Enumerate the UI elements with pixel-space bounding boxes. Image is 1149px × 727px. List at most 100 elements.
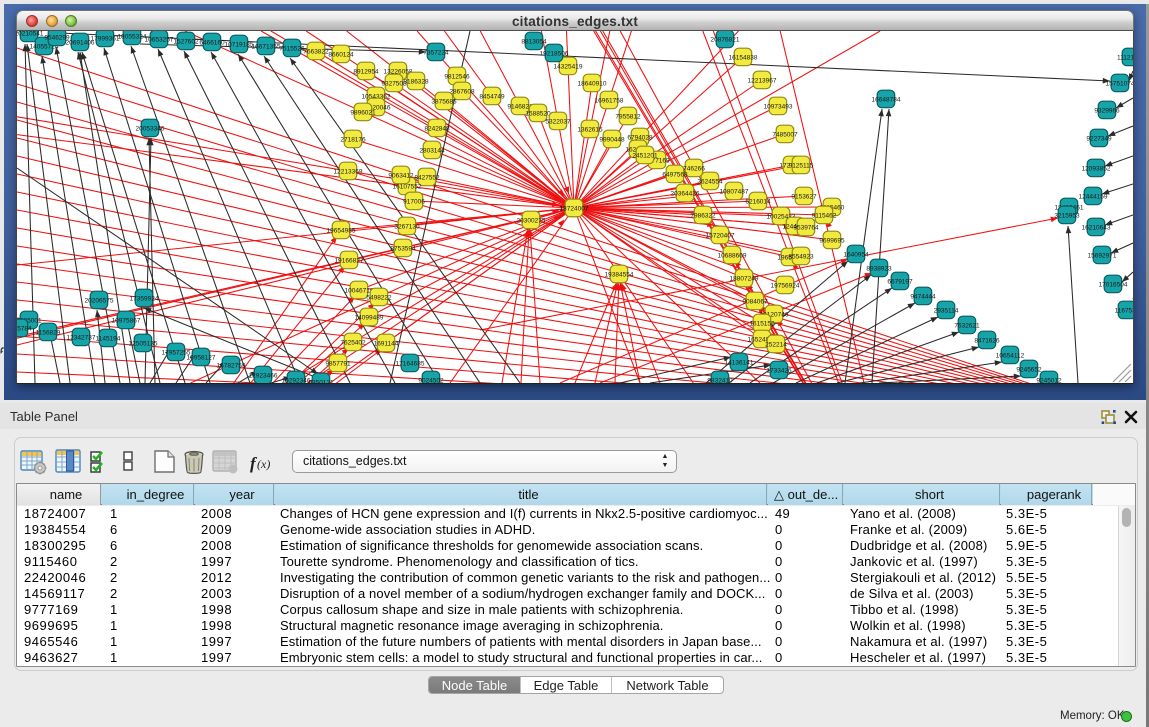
svg-text:252214: 252214 [765, 341, 787, 348]
svg-text:10975867: 10975867 [112, 317, 141, 324]
svg-text:12444159: 12444159 [1079, 193, 1108, 200]
svg-text:3267130: 3267130 [394, 223, 420, 230]
svg-text:8753594: 8753594 [390, 245, 416, 252]
svg-text:7357224: 7357224 [423, 49, 449, 56]
svg-text:8427552: 8427552 [414, 174, 440, 181]
svg-text:20206575: 20206575 [85, 297, 114, 304]
svg-text:15692971: 15692971 [1088, 252, 1117, 259]
svg-text:9350121: 9350121 [308, 379, 334, 383]
svg-text:20210541: 20210541 [17, 31, 44, 37]
svg-text:7955812: 7955812 [615, 113, 641, 120]
svg-text:10292346: 10292346 [282, 377, 311, 383]
svg-text:7986322: 7986322 [690, 212, 716, 219]
svg-text:9084067: 9084067 [742, 298, 768, 305]
svg-text:15720407: 15720407 [706, 232, 735, 239]
svg-text:20053346: 20053346 [136, 125, 165, 132]
svg-text:10046718: 10046718 [345, 287, 374, 294]
svg-text:1691144: 1691144 [374, 340, 399, 347]
svg-text:(x): (x) [257, 457, 270, 471]
svg-text:10973493: 10973493 [764, 103, 793, 110]
svg-text:1167533: 1167533 [1115, 307, 1133, 314]
svg-text:16210643: 16210643 [1082, 224, 1111, 231]
svg-text:9699695: 9699695 [819, 237, 845, 244]
svg-text:12342737: 12342737 [67, 334, 96, 341]
svg-text:18055324: 18055324 [118, 33, 147, 40]
svg-text:6466160: 6466160 [199, 39, 225, 46]
svg-text:6216014: 6216014 [745, 198, 771, 205]
svg-text:8186328: 8186328 [403, 78, 429, 85]
svg-text:3875685: 3875685 [431, 98, 457, 105]
svg-text:8454749: 8454749 [479, 93, 505, 100]
svg-text:9115462: 9115462 [812, 212, 837, 219]
svg-text:19654985: 19654985 [327, 227, 356, 234]
svg-text:16154838: 16154838 [729, 54, 758, 61]
svg-text:12213369: 12213369 [334, 168, 363, 175]
svg-text:12505135: 12505135 [129, 340, 158, 347]
svg-text:17016504: 17016504 [1099, 281, 1128, 288]
svg-text:9896021: 9896021 [350, 109, 376, 116]
svg-text:9832410: 9832410 [707, 377, 733, 383]
svg-text:7632621: 7632621 [954, 322, 980, 329]
svg-text:17164685: 17164685 [396, 360, 425, 367]
svg-text:12923466: 12923466 [249, 372, 278, 379]
svg-text:2803144: 2803144 [419, 147, 445, 154]
svg-text:1362615: 1362615 [577, 126, 603, 133]
svg-text:9245012: 9245012 [1036, 377, 1062, 383]
svg-text:10653257: 10653257 [145, 36, 174, 43]
svg-text:8554923: 8554923 [788, 253, 814, 260]
svg-text:7625402: 7625402 [340, 339, 366, 346]
svg-text:1615152: 1615152 [749, 320, 775, 327]
svg-text:18724007: 18724007 [560, 205, 589, 212]
svg-text:9125115: 9125115 [789, 162, 814, 169]
svg-text:10807487: 10807487 [720, 188, 749, 195]
svg-text:20876821: 20876821 [711, 36, 740, 43]
svg-text:1733426: 1733426 [766, 367, 792, 374]
svg-text:8242848: 8242848 [424, 125, 450, 132]
svg-text:16107552: 16107552 [393, 183, 422, 190]
svg-text:8660124: 8660124 [328, 51, 354, 58]
svg-text:9327508: 9327508 [381, 80, 407, 87]
svg-text:7515526: 7515526 [279, 45, 305, 52]
svg-text:19218506: 19218506 [540, 50, 569, 57]
svg-text:9329966: 9329966 [1094, 107, 1120, 114]
svg-text:8471626: 8471626 [974, 337, 1000, 344]
svg-text:1145194: 1145194 [96, 335, 121, 342]
svg-text:14325419: 14325419 [554, 63, 583, 70]
svg-text:1156829: 1156829 [36, 329, 61, 336]
svg-text:8912954: 8912954 [353, 68, 379, 75]
svg-text:7663822: 7663822 [303, 48, 329, 55]
svg-text:9990448: 9990448 [599, 136, 625, 143]
svg-text:5322037: 5322037 [545, 118, 571, 125]
svg-text:9474444: 9474444 [910, 293, 936, 300]
svg-text:10719185: 10719185 [225, 41, 254, 48]
svg-text:18640910: 18640910 [578, 80, 607, 87]
svg-text:3915784: 3915784 [17, 325, 32, 332]
svg-text:17359924: 17359924 [130, 295, 159, 302]
svg-text:10688609: 10688609 [718, 252, 747, 259]
svg-text:9245652: 9245652 [1016, 366, 1042, 373]
svg-text:3624554: 3624554 [697, 178, 723, 185]
svg-text:15751074: 15751074 [1106, 80, 1133, 87]
svg-text:9227349: 9227349 [1086, 135, 1112, 142]
svg-text:9063412: 9063412 [388, 172, 414, 179]
svg-text:10958127: 10958127 [187, 354, 216, 361]
svg-text:16648784: 16648784 [872, 96, 901, 103]
svg-text:1588520: 1588520 [525, 110, 551, 117]
svg-text:8938923: 8938923 [866, 265, 892, 272]
svg-text:9857791: 9857791 [325, 360, 351, 367]
svg-text:16961758: 16961758 [595, 97, 624, 104]
svg-text:7485007: 7485007 [772, 131, 798, 138]
svg-text:19384554: 19384554 [605, 271, 634, 278]
svg-text:12213967: 12213967 [748, 77, 777, 84]
svg-text:2867608: 2867608 [449, 88, 475, 95]
svg-text:6497568: 6497568 [662, 171, 688, 178]
svg-text:1527602: 1527602 [173, 38, 199, 45]
svg-text:9153627: 9153627 [791, 193, 817, 200]
svg-text:12093852: 12093852 [1082, 165, 1111, 172]
svg-text:1640954: 1640954 [843, 251, 869, 258]
svg-text:14099489: 14099489 [355, 314, 384, 321]
svg-text:20300275: 20300275 [517, 217, 546, 224]
svg-text:16671355: 16671355 [252, 43, 281, 50]
svg-text:8813054: 8813054 [521, 38, 547, 45]
svg-text:17999361: 17999361 [91, 35, 120, 42]
